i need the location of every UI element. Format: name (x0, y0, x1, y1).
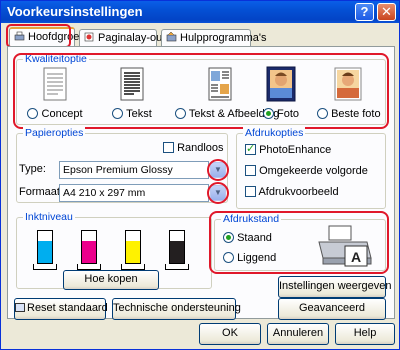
photoenhance-checkbox[interactable] (245, 142, 256, 155)
quality-group: Kwaliteitoptie Concept Tekst Tekst & Afb… (16, 53, 386, 125)
format-label: Formaat: (19, 186, 64, 198)
ink-magenta-fill (82, 240, 96, 263)
orientation-group: Afdrukstand Staand Liggend A (214, 213, 386, 271)
print-preview-option[interactable]: Afdrukvoorbeeld (245, 186, 339, 198)
help-title-button[interactable]: ? (355, 3, 374, 21)
print-options-group-label: Afdrukopties (243, 127, 306, 139)
print-options-group: Afdrukopties PhotoEnhance Omgekeerde vol… (236, 127, 386, 209)
how-to-buy-button[interactable]: Hoe kopen (63, 270, 159, 290)
orientation-landscape-option[interactable]: Liggend (223, 252, 276, 264)
quality-option-tekst-afbeelding[interactable]: Tekst & Afbeelding (175, 66, 279, 120)
tab-label: Hulpprogramma's (180, 32, 267, 44)
ink-black-fill (170, 240, 184, 263)
print-preview-checkbox[interactable] (245, 186, 256, 197)
quality-group-label: Kwaliteitoptie (23, 53, 89, 65)
close-button[interactable]: ✕ (377, 3, 396, 21)
radio-beste-foto[interactable] (317, 108, 328, 119)
borderless-option[interactable]: Randloos (163, 142, 224, 154)
reset-icon (15, 303, 25, 312)
text-image-document-icon (203, 66, 237, 104)
draft-document-icon (38, 66, 72, 104)
ink-group-label: Inktniveau (23, 211, 75, 223)
quality-option-label: Concept (41, 108, 83, 120)
ink-stand (165, 264, 189, 270)
window-title: Voorkeursinstellingen (7, 4, 143, 19)
show-settings-button[interactable]: Instellingen weergeven (278, 276, 392, 298)
photo-icon (264, 66, 298, 104)
radio-foto[interactable] (262, 108, 274, 119)
print-preview-label: Afdrukvoorbeeld (258, 186, 339, 198)
best-photo-icon (331, 66, 365, 104)
tab-label: Paginalay-out (98, 32, 166, 44)
highlight-format-dropdown (207, 182, 229, 204)
svg-text:A: A (351, 249, 361, 265)
paper-format-select[interactable]: A4 210 x 297 mm (59, 184, 209, 202)
paper-group: Papieropties Randloos Type: Epson Premiu… (16, 127, 229, 204)
cancel-button[interactable]: Annuleren (267, 323, 329, 345)
paper-group-label: Papieropties (23, 127, 86, 139)
ink-magenta-gauge (81, 230, 97, 264)
ink-black-gauge (169, 230, 185, 264)
quality-option-tekst[interactable]: Tekst (107, 66, 157, 120)
printer-icon (14, 31, 25, 41)
tab-label: Hoofdgroep (28, 31, 86, 43)
quality-option-label: Tekst (126, 108, 152, 120)
help-button[interactable]: Help (335, 323, 395, 345)
ink-group: Inktniveau Hoe kopen (16, 211, 212, 290)
ok-button[interactable]: OK (199, 323, 261, 345)
type-label: Type: (19, 163, 46, 175)
photoenhance-option[interactable]: PhotoEnhance (245, 142, 332, 156)
ink-stand (33, 264, 57, 270)
quality-option-label: Foto (277, 108, 300, 120)
main-panel: Kwaliteitoptie Concept Tekst Tekst & Afb… (7, 46, 395, 320)
quality-option-label: Beste foto (331, 108, 381, 120)
orientation-portrait-option[interactable]: Staand (223, 232, 272, 244)
title-bar[interactable]: Voorkeursinstellingen ? ✕ (1, 1, 399, 23)
ink-cyan-gauge (37, 230, 53, 264)
utility-icon (166, 32, 177, 42)
paper-type-value: Epson Premium Glossy (63, 164, 173, 176)
photoenhance-label: PhotoEnhance (259, 144, 332, 156)
reset-label: Reset standaard (27, 302, 108, 314)
reverse-order-checkbox[interactable] (245, 165, 256, 176)
ink-cyan-fill (38, 240, 52, 263)
borderless-label: Randloos (177, 142, 224, 154)
page-layout-icon (84, 32, 94, 42)
radio-tekst-afbeelding[interactable] (175, 108, 186, 119)
staand-label: Staand (237, 232, 272, 244)
quality-option-beste-foto[interactable]: Beste foto (317, 66, 381, 120)
liggend-label: Liggend (237, 252, 277, 264)
advanced-button[interactable]: Geavanceerd (278, 298, 386, 320)
reverse-order-option[interactable]: Omgekeerde volgorde (245, 165, 368, 177)
reset-defaults-button[interactable]: Reset standaard (14, 298, 108, 320)
quality-option-foto[interactable]: Foto (261, 66, 301, 120)
radio-concept[interactable] (27, 108, 39, 119)
technical-support-button[interactable]: Technische ondersteuning (112, 298, 241, 320)
radio-liggend[interactable] (223, 252, 234, 263)
paper-format-value: A4 210 x 297 mm (63, 187, 146, 199)
reverse-order-label: Omgekeerde volgorde (259, 165, 368, 177)
highlight-type-dropdown (207, 159, 229, 181)
tab-hoofdgroep[interactable]: Hoofdgroep (9, 27, 86, 47)
printer-preferences-window: Voorkeursinstellingen ? ✕ Hoofdgroep Pag… (0, 0, 400, 350)
radio-tekst[interactable] (112, 108, 124, 119)
borderless-checkbox[interactable] (163, 142, 174, 153)
tab-paginalay-out[interactable]: Paginalay-out (79, 29, 165, 46)
radio-staand[interactable] (223, 232, 234, 243)
paper-type-select[interactable]: Epson Premium Glossy (59, 161, 209, 179)
quality-option-concept[interactable]: Concept (25, 66, 85, 120)
text-document-icon (115, 66, 149, 104)
orientation-group-label: Afdrukstand (221, 213, 282, 225)
ink-yellow-fill (126, 240, 140, 263)
printer-icon: A (315, 224, 375, 270)
ink-yellow-gauge (125, 230, 141, 264)
tab-hulpprogrammas[interactable]: Hulpprogramma's (161, 29, 266, 46)
